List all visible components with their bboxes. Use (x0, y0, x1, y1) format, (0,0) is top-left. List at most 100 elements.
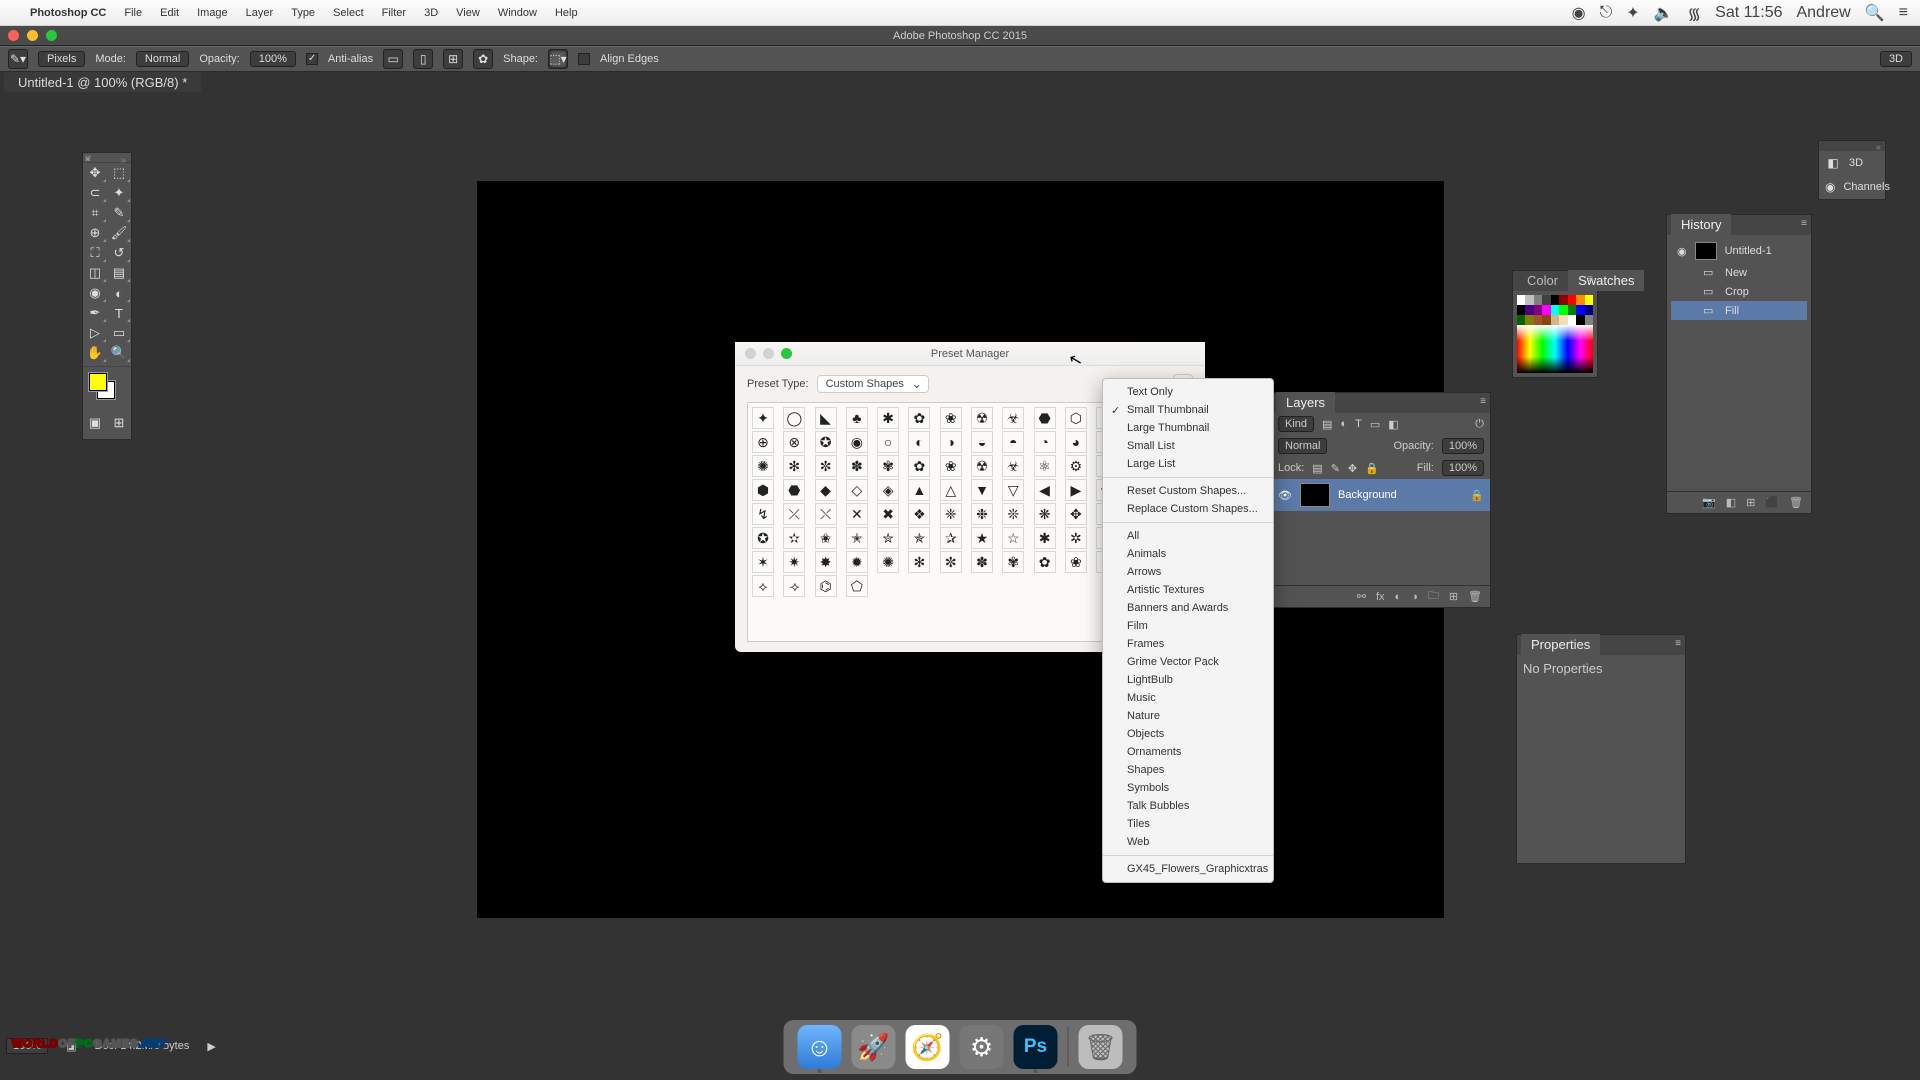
preset-shape[interactable]: ◣ (815, 407, 837, 429)
swatches-tab[interactable]: Swatches (1568, 270, 1644, 291)
preset-shape[interactable]: ✸ (815, 551, 837, 573)
flyout-item[interactable]: GX45_Flowers_Graphicxtras (1103, 860, 1273, 878)
swatch[interactable] (1525, 295, 1533, 305)
unit-select[interactable]: Pixels (38, 51, 85, 67)
preset-shape[interactable]: ✼ (940, 551, 962, 573)
flyout-item[interactable]: Artistic Textures (1103, 581, 1273, 599)
swatch[interactable] (1517, 305, 1525, 315)
blend-mode-select[interactable]: Normal (1278, 438, 1327, 454)
preset-shape[interactable]: ✿ (1034, 551, 1056, 573)
flyout-item[interactable]: Ornaments (1103, 743, 1273, 761)
menu-help[interactable]: Help (555, 7, 578, 19)
status-arrow-icon[interactable]: ▶ (207, 1040, 215, 1053)
preset-shape[interactable]: ⬣ (783, 479, 805, 501)
preset-shape[interactable]: ⤬ (815, 503, 837, 525)
preset-shape[interactable]: ✲ (1065, 527, 1087, 549)
swatch[interactable] (1525, 315, 1533, 325)
preset-shape[interactable]: ⤫ (783, 503, 805, 525)
mode-select[interactable]: Normal (136, 51, 189, 67)
lock-icon[interactable]: ▤ (1312, 462, 1322, 475)
document-tab[interactable]: Untitled-1 @ 100% (RGB/8) * (4, 72, 201, 92)
color-spectrum[interactable] (1517, 325, 1593, 373)
preset-shape[interactable]: ✹ (846, 551, 868, 573)
swatch-grid[interactable] (1517, 295, 1593, 325)
preset-shape[interactable]: △ (940, 479, 962, 501)
hand-tool[interactable]: ✋ (83, 343, 107, 363)
window-controls[interactable] (8, 30, 57, 41)
preset-shape[interactable]: ✬ (815, 527, 837, 549)
preset-shape[interactable]: ✮ (877, 527, 899, 549)
heal-tool[interactable]: ⊕ (83, 223, 107, 243)
preset-shape[interactable]: ✾ (1002, 551, 1024, 573)
preset-shape[interactable]: ⚛ (1034, 455, 1056, 477)
swatch[interactable] (1568, 305, 1576, 315)
dock-settings[interactable]: ⚙ (960, 1025, 1004, 1069)
lock-icon[interactable]: ✎ (1331, 462, 1340, 475)
minimize-window[interactable] (27, 30, 38, 41)
preset-shape[interactable]: ◯ (783, 407, 805, 429)
preset-shape[interactable]: ✫ (783, 527, 805, 549)
path-op-icon[interactable]: ▯ (413, 49, 433, 69)
preset-shape[interactable]: ◆ (815, 479, 837, 501)
type-tool[interactable]: T (107, 303, 131, 323)
wifi-icon[interactable]: ᯾ (1688, 2, 1702, 24)
preset-shape[interactable]: ◉ (846, 431, 868, 453)
swatch[interactable] (1568, 295, 1576, 305)
antialias-checkbox[interactable] (306, 53, 318, 65)
menu-extra-icon[interactable]: ◉ (1572, 3, 1586, 23)
layer-name[interactable]: Background (1338, 489, 1397, 501)
preset-shape[interactable]: ◈ (877, 479, 899, 501)
flyout-item[interactable]: Large Thumbnail (1103, 419, 1273, 437)
preset-shape[interactable]: ✻ (783, 455, 805, 477)
preset-shape[interactable]: ★ (971, 527, 993, 549)
menu-window[interactable]: Window (498, 7, 537, 19)
preset-shape[interactable]: ▼ (971, 479, 993, 501)
preset-shape[interactable]: ✿ (908, 455, 930, 477)
panel-menu-icon[interactable]: ≡ (1675, 638, 1681, 649)
trash-icon[interactable]: 🗑 (1468, 590, 1482, 603)
shape-picker[interactable]: ⬚▾ (548, 49, 568, 69)
marquee-tool[interactable]: ⬚ (107, 163, 131, 183)
dock-launchpad[interactable]: 🚀 (852, 1025, 896, 1069)
filter-icon[interactable]: T (1355, 418, 1362, 430)
preset-shape[interactable]: ✭ (846, 527, 868, 549)
preset-shape[interactable]: ○ (877, 431, 899, 453)
menu-extra-icon[interactable]: ⎋ (1600, 4, 1613, 22)
history-icon[interactable]: 📷 (1702, 496, 1716, 509)
flyout-item[interactable]: Tiles (1103, 815, 1273, 833)
preset-shape[interactable]: ◕ (1065, 431, 1087, 453)
path-tool[interactable]: ▷ (83, 323, 107, 343)
preset-type-select[interactable]: Custom Shapes (817, 375, 929, 393)
tool-preset-icon[interactable]: ✎▾ (8, 49, 28, 69)
swatch[interactable] (1559, 315, 1567, 325)
swatch[interactable] (1585, 295, 1593, 305)
filter-icon[interactable]: ◐ (1340, 418, 1347, 430)
preset-shape[interactable]: ⬠ (846, 575, 868, 597)
adjustment-icon[interactable]: ◑ (1411, 591, 1418, 603)
preset-shape[interactable]: ◀ (1034, 479, 1056, 501)
mask-icon[interactable]: ◐ (1395, 591, 1402, 603)
dock-safari[interactable]: 🧭 (906, 1025, 950, 1069)
preset-shape[interactable]: ✱ (1034, 527, 1056, 549)
visibility-icon[interactable]: 👁 (1278, 489, 1292, 502)
preset-shape[interactable]: ❋ (1034, 503, 1056, 525)
flyout-item[interactable]: Film (1103, 617, 1273, 635)
preset-shape[interactable]: ✶ (752, 551, 774, 573)
dock-finder[interactable]: ☺ (798, 1025, 842, 1069)
preset-shape[interactable]: ✺ (752, 455, 774, 477)
flyout-item[interactable]: Reset Custom Shapes... (1103, 482, 1273, 500)
path-op-icon[interactable]: ▭ (383, 49, 403, 69)
preset-shape[interactable]: ◇ (846, 479, 868, 501)
blur-tool[interactable]: ◉ (83, 283, 107, 303)
notification-center-icon[interactable]: ≡ (1899, 4, 1908, 22)
lasso-tool[interactable]: ⊂ (83, 183, 107, 203)
flyout-item[interactable]: Small List (1103, 437, 1273, 455)
swatch[interactable] (1525, 305, 1533, 315)
preset-shape[interactable]: ♣ (846, 407, 868, 429)
spotlight-icon[interactable]: 🔍 (1865, 3, 1885, 23)
panel-icon-3d[interactable]: ◧3D (1819, 151, 1885, 175)
flyout-item[interactable]: Large List (1103, 455, 1273, 473)
swatch[interactable] (1542, 305, 1550, 315)
align-edges-checkbox[interactable] (578, 53, 590, 65)
filter-icon[interactable]: ◧ (1388, 418, 1398, 431)
